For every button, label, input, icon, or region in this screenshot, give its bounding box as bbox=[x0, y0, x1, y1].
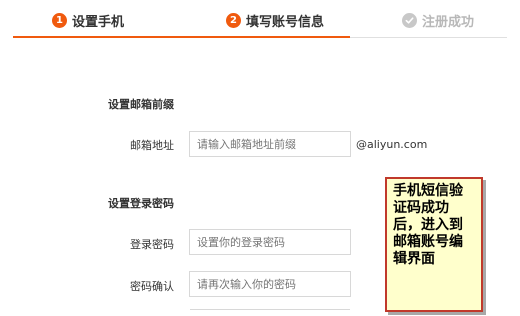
step-set-phone: 1 设置手机 bbox=[52, 10, 124, 30]
step-number-badge: 1 bbox=[52, 12, 67, 28]
registration-steps: 1 设置手机 2 填写账号信息 注册成功 bbox=[0, 0, 520, 38]
step-label: 注册成功 bbox=[422, 14, 475, 30]
email-domain-suffix: @aliyun.com bbox=[356, 138, 428, 151]
password-label: 登录密码 bbox=[130, 238, 174, 251]
step-register-success: 注册成功 bbox=[402, 10, 474, 30]
step-label: 填写账号信息 bbox=[246, 14, 325, 30]
step-label: 设置手机 bbox=[72, 14, 125, 30]
email-section-title: 设置邮箱前缀 bbox=[108, 98, 174, 111]
progress-bar-active bbox=[13, 36, 350, 38]
password-section-title: 设置登录密码 bbox=[108, 197, 174, 210]
confirm-password-input[interactable] bbox=[189, 271, 351, 297]
confirm-password-label: 密码确认 bbox=[130, 280, 174, 293]
step-number-badge: 2 bbox=[226, 12, 241, 28]
email-label: 邮箱地址 bbox=[130, 139, 174, 152]
annotation-note: 手机短信验证码成功后，进入到邮箱账号编辑界面 bbox=[385, 177, 483, 312]
progress-bar-inactive bbox=[350, 37, 507, 38]
password-input[interactable] bbox=[189, 229, 351, 255]
email-prefix-input[interactable] bbox=[189, 131, 351, 157]
step-fill-account-info: 2 填写账号信息 bbox=[226, 10, 324, 30]
check-circle-icon bbox=[402, 12, 417, 28]
